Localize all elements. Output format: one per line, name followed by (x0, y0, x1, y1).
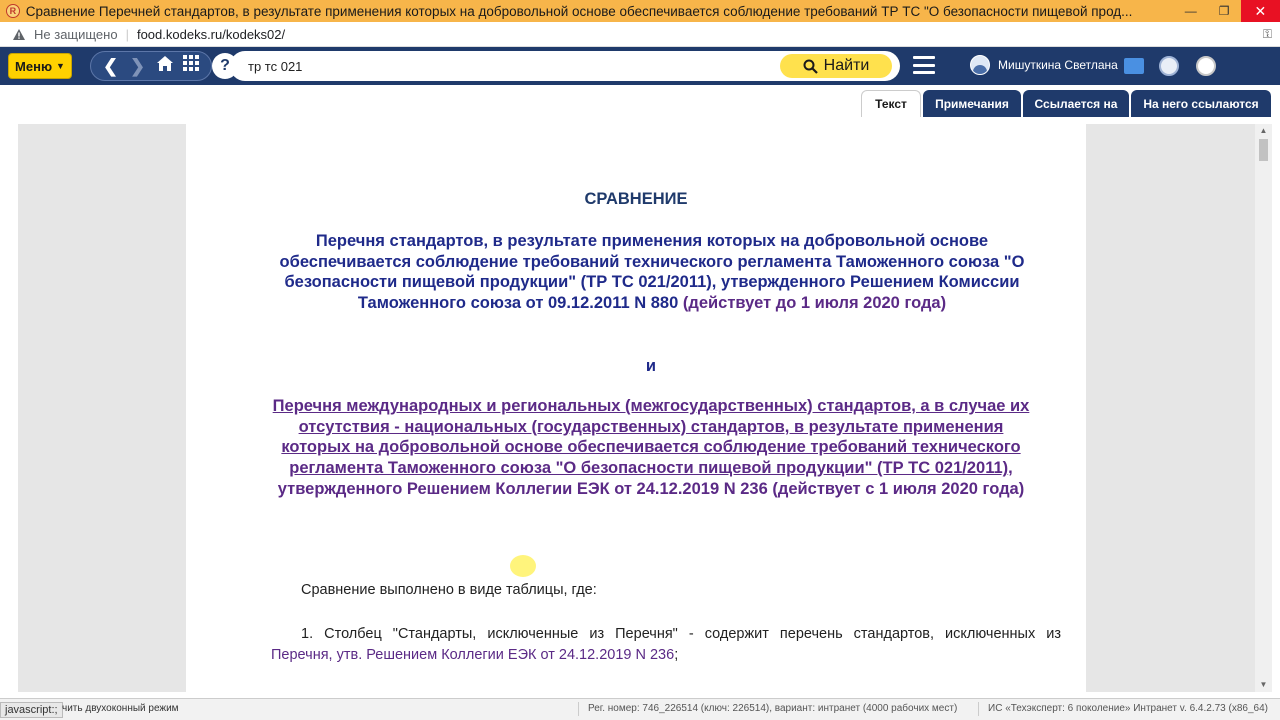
window-title-bar: R Сравнение Перечней стандартов, в резул… (0, 0, 1280, 22)
search-icon (803, 59, 818, 74)
first-list-validity: (действует до 1 июля 2020 года) (682, 294, 947, 313)
minimize-button[interactable]: — (1174, 0, 1207, 22)
forward-arrow-icon[interactable]: ❯ (127, 56, 149, 77)
address-bar: Не защищено | food.kodeks.ru/kodeks02/ ⚿ (0, 22, 1280, 47)
dual-window-mode-toggle[interactable]: чить двухоконный режим (62, 703, 179, 714)
body-item-1-continuation: Перечня, утв. Решением Коллегии ЕЭК от 2… (271, 647, 678, 663)
scroll-down-arrow-icon[interactable]: ▼ (1255, 678, 1272, 692)
status-bar: javascript:; чить двухоконный режим Рег.… (0, 698, 1280, 720)
body-item-1: 1. Столбец "Стандарты, исключенные из Пе… (301, 626, 1061, 642)
menu-label: Меню (15, 58, 53, 74)
version-info: ИС «Техэксперт: 6 поколение» Интранет v.… (988, 703, 1268, 714)
back-arrow-icon[interactable]: ❮ (100, 56, 122, 77)
scroll-up-arrow-icon[interactable]: ▲ (1255, 124, 1272, 138)
body-intro: Сравнение выполнено в виде таблицы, где: (301, 582, 597, 598)
search-box: Найти (230, 51, 900, 81)
tab-notes[interactable]: Примечания (923, 90, 1021, 117)
chevron-down-icon: ▼ (56, 61, 65, 71)
body-item-1-end: ; (674, 647, 679, 663)
tab-referenced-by[interactable]: На него ссылаются (1131, 90, 1271, 117)
history-clock-icon[interactable] (1159, 56, 1179, 76)
document-tabs: Текст Примечания Ссылается на На него сс… (0, 85, 1280, 117)
status-divider (578, 702, 579, 716)
restore-button[interactable]: ❐ (1207, 0, 1240, 22)
link-preview: javascript:; (0, 702, 63, 718)
warning-icon[interactable] (12, 28, 26, 41)
mouse-cursor-highlight (510, 555, 536, 577)
document-heading: СРАВНЕНИЕ (584, 190, 688, 208)
window-title: Сравнение Перечней стандартов, в результ… (25, 3, 1133, 19)
second-list-validity: (действует с 1 июля 2020 года) (772, 479, 1025, 498)
grid-icon[interactable] (181, 55, 203, 77)
folder-icon[interactable] (1124, 58, 1144, 74)
hamburger-menu-icon[interactable] (913, 56, 935, 74)
tab-references-to[interactable]: Ссылается на (1023, 90, 1129, 117)
conjunction: и (645, 357, 657, 375)
status-divider (978, 702, 979, 716)
second-list-title: Перечня международных и региональных (ме… (266, 396, 1036, 500)
user-avatar-icon (970, 55, 990, 75)
kodeks-app-icon: R (6, 4, 20, 18)
navigation-group: ❮ ❯ (90, 51, 212, 81)
find-label: Найти (823, 57, 870, 74)
document-page: СРАВНЕНИЕ Перечня стандартов, в результа… (186, 124, 1086, 692)
tab-text[interactable]: Текст (861, 90, 921, 117)
address-separator: | (125, 26, 129, 42)
find-button[interactable]: Найти (780, 54, 892, 78)
user-profile[interactable]: Мишуткина Светлана (970, 55, 1118, 75)
document-viewport: СРАВНЕНИЕ Перечня стандартов, в результа… (18, 124, 1255, 692)
home-icon[interactable] (154, 55, 176, 77)
approval-decision-link[interactable]: Перечня, утв. Решением Коллегии ЕЭК от 2… (271, 647, 674, 663)
vertical-scrollbar[interactable]: ▲ ▼ (1255, 124, 1272, 692)
scrollbar-thumb[interactable] (1259, 139, 1268, 161)
second-list-link[interactable]: Перечня международных и региональных (ме… (273, 397, 1030, 477)
url-text[interactable]: food.kodeks.ru/kodeks02/ (137, 27, 285, 42)
menu-button[interactable]: Меню ▼ (8, 53, 72, 79)
close-button[interactable]: ✕ (1240, 0, 1280, 22)
search-input[interactable] (248, 58, 768, 74)
security-label[interactable]: Не защищено (34, 27, 118, 42)
app-toolbar: Меню ▼ ❮ ❯ Найти Мишуткина Светлана ? (0, 47, 1280, 85)
stopwatch-icon[interactable] (1196, 56, 1216, 76)
key-icon[interactable]: ⚿ (1263, 27, 1272, 42)
user-name: Мишуткина Светлана (998, 58, 1118, 72)
registration-info: Рег. номер: 746_226514 (ключ: 226514), в… (588, 703, 958, 714)
first-list-title: Перечня стандартов, в результате примене… (272, 231, 1032, 314)
